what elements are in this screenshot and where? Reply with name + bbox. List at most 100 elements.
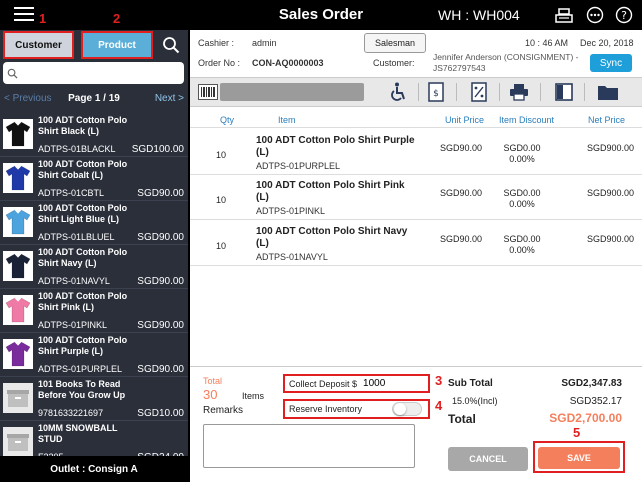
hamburger-menu-icon[interactable] bbox=[14, 7, 36, 21]
salesman-button[interactable]: Salesman bbox=[364, 33, 426, 53]
product-search-box bbox=[3, 62, 184, 84]
cart-table-header: Qty Item Unit Price Item Discount Net Pr… bbox=[190, 112, 642, 128]
product-sku: ADTPS-01CBTL bbox=[38, 188, 105, 198]
order-panel: Cashier : admin Salesman 10 : 46 AM Dec … bbox=[190, 30, 642, 482]
top-bar: Sales Order WH : WH004 ? bbox=[0, 0, 642, 30]
order-no-value: CON-AQ0000003 bbox=[252, 58, 324, 68]
tax-value: SGD352.17 bbox=[569, 396, 622, 407]
cart-row-item-name: 100 ADT Cotton Polo Shirt Pink (L) bbox=[256, 180, 405, 203]
product-search-input[interactable] bbox=[22, 64, 184, 82]
cart-row[interactable]: 10 100 ADT Cotton Polo Shirt Navy (L) ADTP… bbox=[190, 220, 642, 266]
order-time: 10 : 46 AM bbox=[525, 38, 569, 48]
items-label: Items bbox=[242, 391, 265, 401]
more-options-icon[interactable] bbox=[585, 6, 605, 24]
net-price-column-header: Net Price bbox=[588, 115, 626, 125]
cart-row[interactable]: 10 100 ADT Cotton Polo Shirt Purple (L) AD… bbox=[190, 129, 642, 175]
product-sku: ADTPS-01LBLUEL bbox=[38, 232, 115, 242]
search-icon[interactable] bbox=[158, 32, 184, 58]
unit-price-column-header: Unit Price bbox=[445, 115, 485, 125]
grand-total-value: SGD2,700.00 bbox=[549, 411, 622, 425]
barcode-input[interactable] bbox=[220, 83, 364, 101]
next-page-link[interactable]: Next > bbox=[155, 93, 184, 104]
product-name: 101 Books To Read Before You Grow Up bbox=[38, 379, 126, 400]
cart-row-discount-percent: 0.00% bbox=[509, 245, 535, 255]
toolbar-divider bbox=[418, 83, 419, 101]
barcode-icon[interactable] bbox=[198, 84, 218, 100]
cart-row-net-price: SGD900.00 bbox=[586, 143, 634, 153]
cart-row-qty: 10 bbox=[216, 241, 227, 251]
sync-button[interactable]: Sync bbox=[590, 54, 632, 72]
annotation-number-3: 3 bbox=[435, 373, 443, 388]
customer-tab[interactable]: Customer bbox=[3, 31, 74, 59]
polo-shirt-icon bbox=[3, 295, 33, 325]
product-name: 100 ADT Cotton Polo Shirt Cobalt (L) bbox=[38, 159, 128, 180]
product-price: SGD10.00 bbox=[137, 408, 184, 419]
collect-deposit-input[interactable] bbox=[363, 378, 416, 389]
tax-label: 15.0%(Incl) bbox=[452, 396, 498, 406]
product-sku: ADTPS-01BLACKL bbox=[38, 144, 116, 154]
cart-row-item-name: 100 ADT Cotton Polo Shirt Navy (L) bbox=[256, 226, 408, 249]
product-price: SGD90.00 bbox=[137, 364, 184, 375]
cart-row-discount-percent: 0.00% bbox=[509, 154, 535, 164]
product-list-item[interactable]: 100 ADT Cotton Polo Shirt Light Blue (L)… bbox=[0, 201, 188, 245]
cash-register-icon[interactable] bbox=[554, 6, 574, 24]
product-name: 10MM SNOWBALL STUD bbox=[38, 423, 118, 444]
annotation-number-2: 2 bbox=[113, 11, 121, 26]
subtotal-value: SGD2,347.83 bbox=[561, 378, 622, 389]
printer-icon[interactable] bbox=[506, 81, 532, 103]
cart-row-unit-price: SGD90.00 bbox=[439, 143, 482, 153]
toolbar-divider bbox=[456, 83, 457, 101]
cart-row-net-price: SGD900.00 bbox=[586, 234, 634, 244]
cart-row[interactable]: 10 100 ADT Cotton Polo Shirt Pink (L) ADTP… bbox=[190, 174, 642, 220]
product-list-item[interactable]: 100 ADT Cotton Polo Shirt Purple (L) ADTP… bbox=[0, 333, 188, 377]
cart-row-discount: SGD0.00 0.00% bbox=[496, 143, 548, 165]
customer-label: Customer: bbox=[373, 58, 415, 68]
product-list: 100 ADT Cotton Polo Shirt Black (L) ADTPS… bbox=[0, 113, 188, 456]
total-label: Total bbox=[203, 376, 223, 386]
reserve-inventory-field: Reserve Inventory bbox=[283, 399, 430, 419]
cart-row-discount-amount: SGD0.00 bbox=[503, 188, 541, 198]
cart-toolbar: $ bbox=[190, 77, 642, 107]
box-placeholder-icon bbox=[3, 427, 33, 456]
product-list-item[interactable]: 101 Books To Read Before You Grow Up 9781… bbox=[0, 377, 188, 421]
save-button[interactable]: SAVE bbox=[538, 447, 620, 469]
remarks-input[interactable] bbox=[203, 424, 415, 468]
percent-discount-icon[interactable] bbox=[466, 81, 492, 103]
cancel-button[interactable]: CANCEL bbox=[448, 447, 528, 471]
wheelchair-icon[interactable] bbox=[385, 81, 411, 103]
qty-column-header: Qty bbox=[220, 115, 235, 125]
product-name: 100 ADT Cotton Polo Shirt Navy (L) bbox=[38, 247, 128, 268]
cart-row-item-sku: ADTPS-01PURPLEL bbox=[256, 161, 341, 171]
help-icon[interactable]: ? bbox=[614, 6, 634, 24]
cart-row-item-sku: ADTPS-01PINKL bbox=[256, 206, 326, 216]
product-list-item[interactable]: 100 ADT Cotton Polo Shirt Black (L) ADTPS… bbox=[0, 113, 188, 157]
item-column-header: Item bbox=[278, 115, 296, 125]
cashier-value: admin bbox=[252, 38, 277, 48]
grand-total-label: Total bbox=[448, 412, 476, 426]
polo-shirt-icon bbox=[3, 163, 33, 193]
total-items-count: 30 bbox=[203, 387, 218, 402]
polo-shirt-icon bbox=[3, 251, 33, 281]
annotation-number-4: 4 bbox=[435, 398, 443, 413]
toolbar-divider bbox=[584, 83, 585, 101]
product-price: SGD90.00 bbox=[137, 188, 184, 199]
previous-page-link[interactable]: < Previous bbox=[4, 93, 52, 104]
folder-icon[interactable] bbox=[595, 81, 621, 103]
order-date: Dec 20, 2018 bbox=[580, 38, 634, 48]
product-sku: ADTPS-01NAVYL bbox=[38, 276, 110, 286]
reserve-inventory-toggle[interactable] bbox=[392, 402, 422, 416]
cart-row-qty: 10 bbox=[216, 195, 227, 205]
collect-deposit-label: Collect Deposit $ bbox=[289, 378, 358, 389]
layout-panel-icon[interactable] bbox=[551, 81, 577, 103]
product-name: 100 ADT Cotton Polo Shirt Pink (L) bbox=[38, 291, 128, 312]
product-price: SGD90.00 bbox=[137, 276, 184, 287]
product-list-item[interactable]: 100 ADT Cotton Polo Shirt Navy (L) ADTPS-… bbox=[0, 245, 188, 289]
product-list-item[interactable]: 10MM SNOWBALL STUDF2205SGD24.00 bbox=[0, 421, 188, 456]
product-tab[interactable]: Product bbox=[81, 31, 153, 59]
product-list-item[interactable]: 100 ADT Cotton Polo Shirt Pink (L) ADTPS-… bbox=[0, 289, 188, 333]
collect-deposit-field: Collect Deposit $ bbox=[283, 374, 430, 393]
toolbar-divider bbox=[540, 83, 541, 101]
document-dollar-icon[interactable]: $ bbox=[423, 81, 449, 103]
product-list-item[interactable]: 100 ADT Cotton Polo Shirt Cobalt (L) ADTP… bbox=[0, 157, 188, 201]
polo-shirt-icon bbox=[3, 339, 33, 369]
